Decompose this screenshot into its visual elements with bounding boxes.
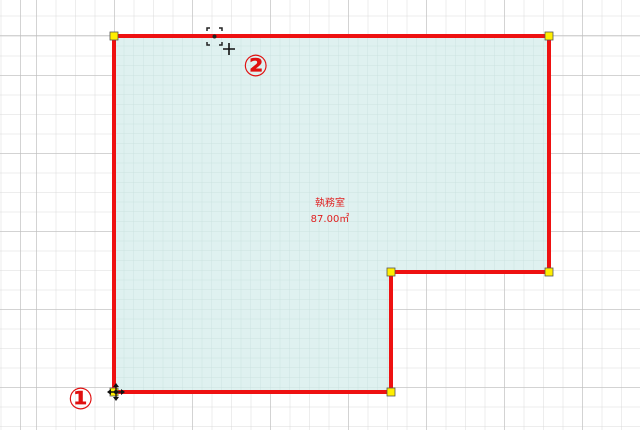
step-marker-start: ① [68,382,94,417]
step-marker-next: ② [243,49,269,84]
vertex-handle-right-notch[interactable] [544,267,554,277]
room-area-label: 87.00㎡ [310,214,350,225]
floor-plan-canvas[interactable]: 執務室 87.00㎡ ① ② [0,0,640,430]
room-name-label: 執務室 [315,198,345,209]
vertex-handle-top-left[interactable] [109,31,119,41]
vertex-handle-inner-notch[interactable] [386,267,396,277]
vertex-handle-top-right[interactable] [544,31,554,41]
vertex-handle-bottom-right[interactable] [386,387,396,397]
